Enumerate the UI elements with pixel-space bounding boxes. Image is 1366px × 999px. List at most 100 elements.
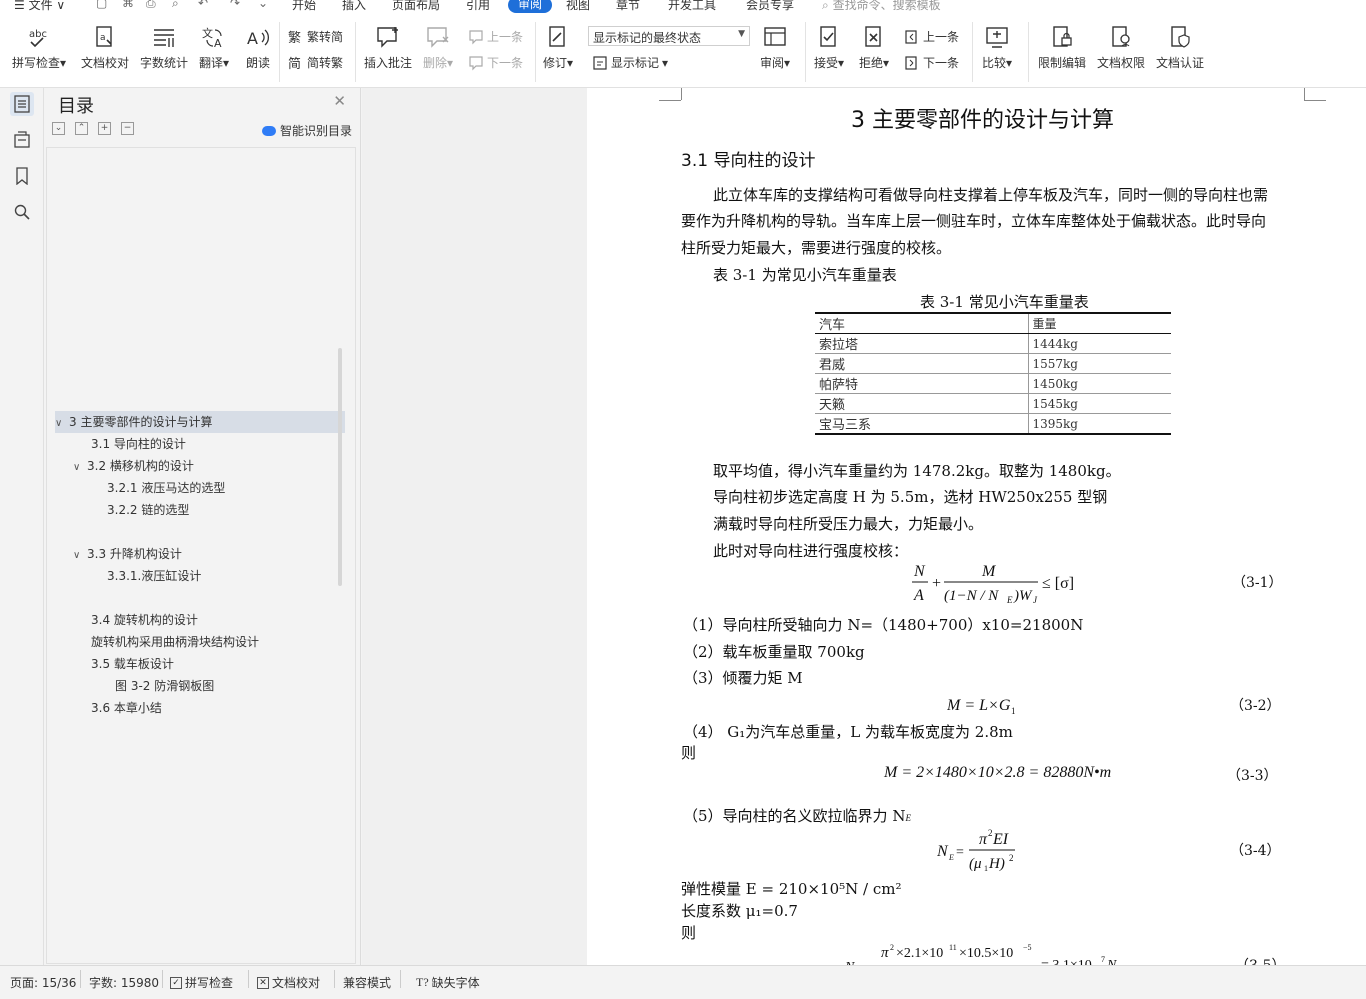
document-area: 3 主要零部件的设计与计算 3.1 导向柱的设计 此立体车库的支撑结构可看做导向… (362, 88, 1366, 965)
chevron-down-icon[interactable]: ∨ (73, 457, 87, 479)
toc-item[interactable]: 旋转机构采用曲柄滑块结构设计 (91, 631, 259, 653)
doc-permission-button[interactable]: 文档权限 (1097, 24, 1145, 71)
word-count-indicator[interactable]: 字数: 15980 (89, 974, 159, 991)
add-heading-icon[interactable]: + (98, 122, 111, 135)
equation-number: （3-3） (1227, 768, 1278, 784)
next-comment-button[interactable]: 下一条 (468, 54, 523, 71)
status-separator (80, 970, 81, 988)
simp-trad-icon: 简 (288, 56, 301, 71)
toc-nav-button[interactable] (10, 92, 34, 116)
chapter-nav-button[interactable] (10, 128, 34, 152)
toc-item[interactable]: 3.2.2 链的选型 (107, 499, 189, 521)
bookmark-nav-button[interactable] (10, 164, 34, 188)
toc-item[interactable]: ∨ 3.3 升降机构设计 (73, 543, 182, 565)
compat-mode-indicator[interactable]: 兼容模式 (343, 974, 391, 991)
chevron-down-icon[interactable]: ∨ (73, 545, 87, 567)
document-page[interactable]: 3 主要零部件的设计与计算 3.1 导向柱的设计 此立体车库的支撑结构可看做导向… (587, 88, 1366, 965)
restrict-edit-button[interactable]: 限制编辑 (1038, 24, 1086, 71)
tab-view[interactable]: 视图 (566, 0, 590, 13)
svg-text:E: E (1006, 595, 1013, 605)
table-row: 天籁 1545kg (815, 393, 1171, 414)
tab-chapter[interactable]: 章节 (616, 0, 640, 13)
word-count-button[interactable]: 字数统计 (140, 24, 188, 71)
remove-heading-icon[interactable]: − (121, 122, 134, 135)
next-change-button[interactable]: 下一条 (904, 54, 959, 71)
toc-item[interactable]: 图 3-2 防滑钢板图 (115, 675, 214, 697)
chevron-down-icon[interactable]: ∨ (55, 413, 69, 435)
status-doc-proof[interactable]: ✕ 文档校对 (257, 974, 320, 991)
track-changes-button[interactable]: 修订▾ (543, 24, 573, 71)
prev-comment-button[interactable]: 上一条 (468, 28, 523, 45)
translate-button[interactable]: 文A 翻译▾ (199, 24, 229, 71)
redo-icon[interactable]: ↷ (230, 0, 240, 10)
tab-review[interactable]: 审阅 (508, 0, 553, 13)
insert-comment-button[interactable]: 插入批注 (364, 24, 412, 71)
svg-text:H): H) (988, 856, 1005, 872)
smart-recognize-toc-button[interactable]: 智能识别目录 (261, 122, 352, 139)
find-nav-button[interactable] (10, 200, 34, 224)
tab-home[interactable]: 开始 (292, 0, 316, 13)
simp-to-trad-button[interactable]: 简简转繁 (288, 54, 343, 71)
doc-cert-button[interactable]: 文档认证 (1156, 24, 1204, 71)
table-cell: 君威 (815, 353, 1029, 374)
toc-item[interactable]: 3.6 本章小结 (91, 697, 162, 719)
display-mode-select[interactable]: 显示标记的最终状态 ▼ (588, 26, 750, 46)
file-menu[interactable]: ☰ 文件 ∨ (14, 0, 65, 13)
toc-item[interactable]: ∨ 3 主要零部件的设计与计算 (55, 411, 345, 433)
expand-all-icon[interactable]: ⌃ (75, 122, 88, 135)
save-icon[interactable]: ▢ (96, 0, 107, 10)
review-pane-button[interactable]: 审阅▾ (760, 24, 790, 71)
page-indicator[interactable]: 页面: 15/36 (10, 974, 76, 991)
ribbon-separator (279, 22, 280, 82)
collapse-all-icon[interactable]: ⌄ (52, 122, 65, 135)
accept-button[interactable]: 接受▾ (814, 24, 844, 71)
toc-item[interactable]: 3.3.1.液压缸设计 (107, 565, 201, 587)
tab-insert[interactable]: 插入 (342, 0, 366, 13)
compare-button[interactable]: 比较▾ (982, 24, 1012, 71)
table-cell: 天籁 (815, 393, 1029, 414)
tab-member[interactable]: 会员专享 (746, 0, 794, 13)
svg-text:+: + (932, 575, 941, 592)
show-markup-button[interactable]: 显示标记 ▾ (592, 54, 668, 71)
toc-item[interactable]: 3.2.1 液压马达的选型 (107, 477, 225, 499)
tab-page-layout[interactable]: 页面布局 (392, 0, 440, 13)
trad-to-simp-button[interactable]: 繁繁转简 (288, 28, 343, 45)
permission-icon (1107, 24, 1135, 50)
command-search[interactable]: ⌕ 查找命令、搜索模板 (822, 0, 941, 13)
search-icon (14, 204, 30, 220)
table-cell: 1450kg (1028, 373, 1171, 394)
table-cell: 1395kg (1028, 413, 1171, 435)
undo-icon[interactable]: ↶ (198, 0, 208, 10)
toc-item-label: 旋转机构采用曲柄滑块结构设计 (91, 635, 260, 649)
status-spell-check[interactable]: ✓ 拼写检查 (170, 974, 233, 991)
tab-references[interactable]: 引用 (466, 0, 490, 13)
read-aloud-button[interactable]: A 朗读 (244, 24, 272, 71)
svg-text:1: 1 (984, 864, 988, 873)
toc-item[interactable]: 3.5 载车板设计 (91, 653, 174, 675)
print-icon[interactable]: ⎙ (146, 0, 156, 11)
paragraph-line: 则 (681, 924, 697, 942)
toc-item[interactable]: 3.4 旋转机构的设计 (91, 609, 198, 631)
delete-comment-button[interactable]: 删除▾ (423, 24, 453, 71)
svg-text:abc: abc (29, 29, 47, 40)
doc-proof-button[interactable]: a 文档校对 (81, 24, 129, 71)
svg-text:E: E (948, 853, 954, 862)
toc-item[interactable]: 3.1 导向柱的设计 (91, 433, 186, 455)
close-icon[interactable]: ✕ (333, 92, 346, 110)
spell-check-button[interactable]: abc 拼写检查▾ (12, 24, 66, 71)
quick-access-more-icon[interactable]: ⌄ (258, 0, 268, 10)
tab-developer[interactable]: 开发工具 (668, 0, 716, 13)
missing-font-indicator[interactable]: T? 缺失字体 (416, 974, 480, 991)
crop-mark (681, 88, 682, 100)
reject-button[interactable]: 拒绝▾ (859, 24, 889, 71)
svg-text:≤ [σ]: ≤ [σ] (1042, 575, 1074, 592)
paragraph-line: 要作为升降机构的导轨。当车库上层一侧驻车时，立体车库整体处于偏载状态。此时导向 (681, 212, 1267, 230)
toc-scrollbar[interactable] (338, 348, 342, 586)
svg-text:繁: 繁 (288, 30, 301, 45)
preview-icon[interactable]: ⌕ (172, 0, 179, 11)
chapter-title: 3 主要零部件的设计与计算 (851, 108, 1114, 133)
export-icon[interactable]: ⌘ (122, 0, 134, 10)
toc-item[interactable]: ∨ 3.2 横移机构的设计 (73, 455, 194, 477)
prev-change-button[interactable]: 上一条 (904, 28, 959, 45)
status-separator (248, 970, 249, 988)
